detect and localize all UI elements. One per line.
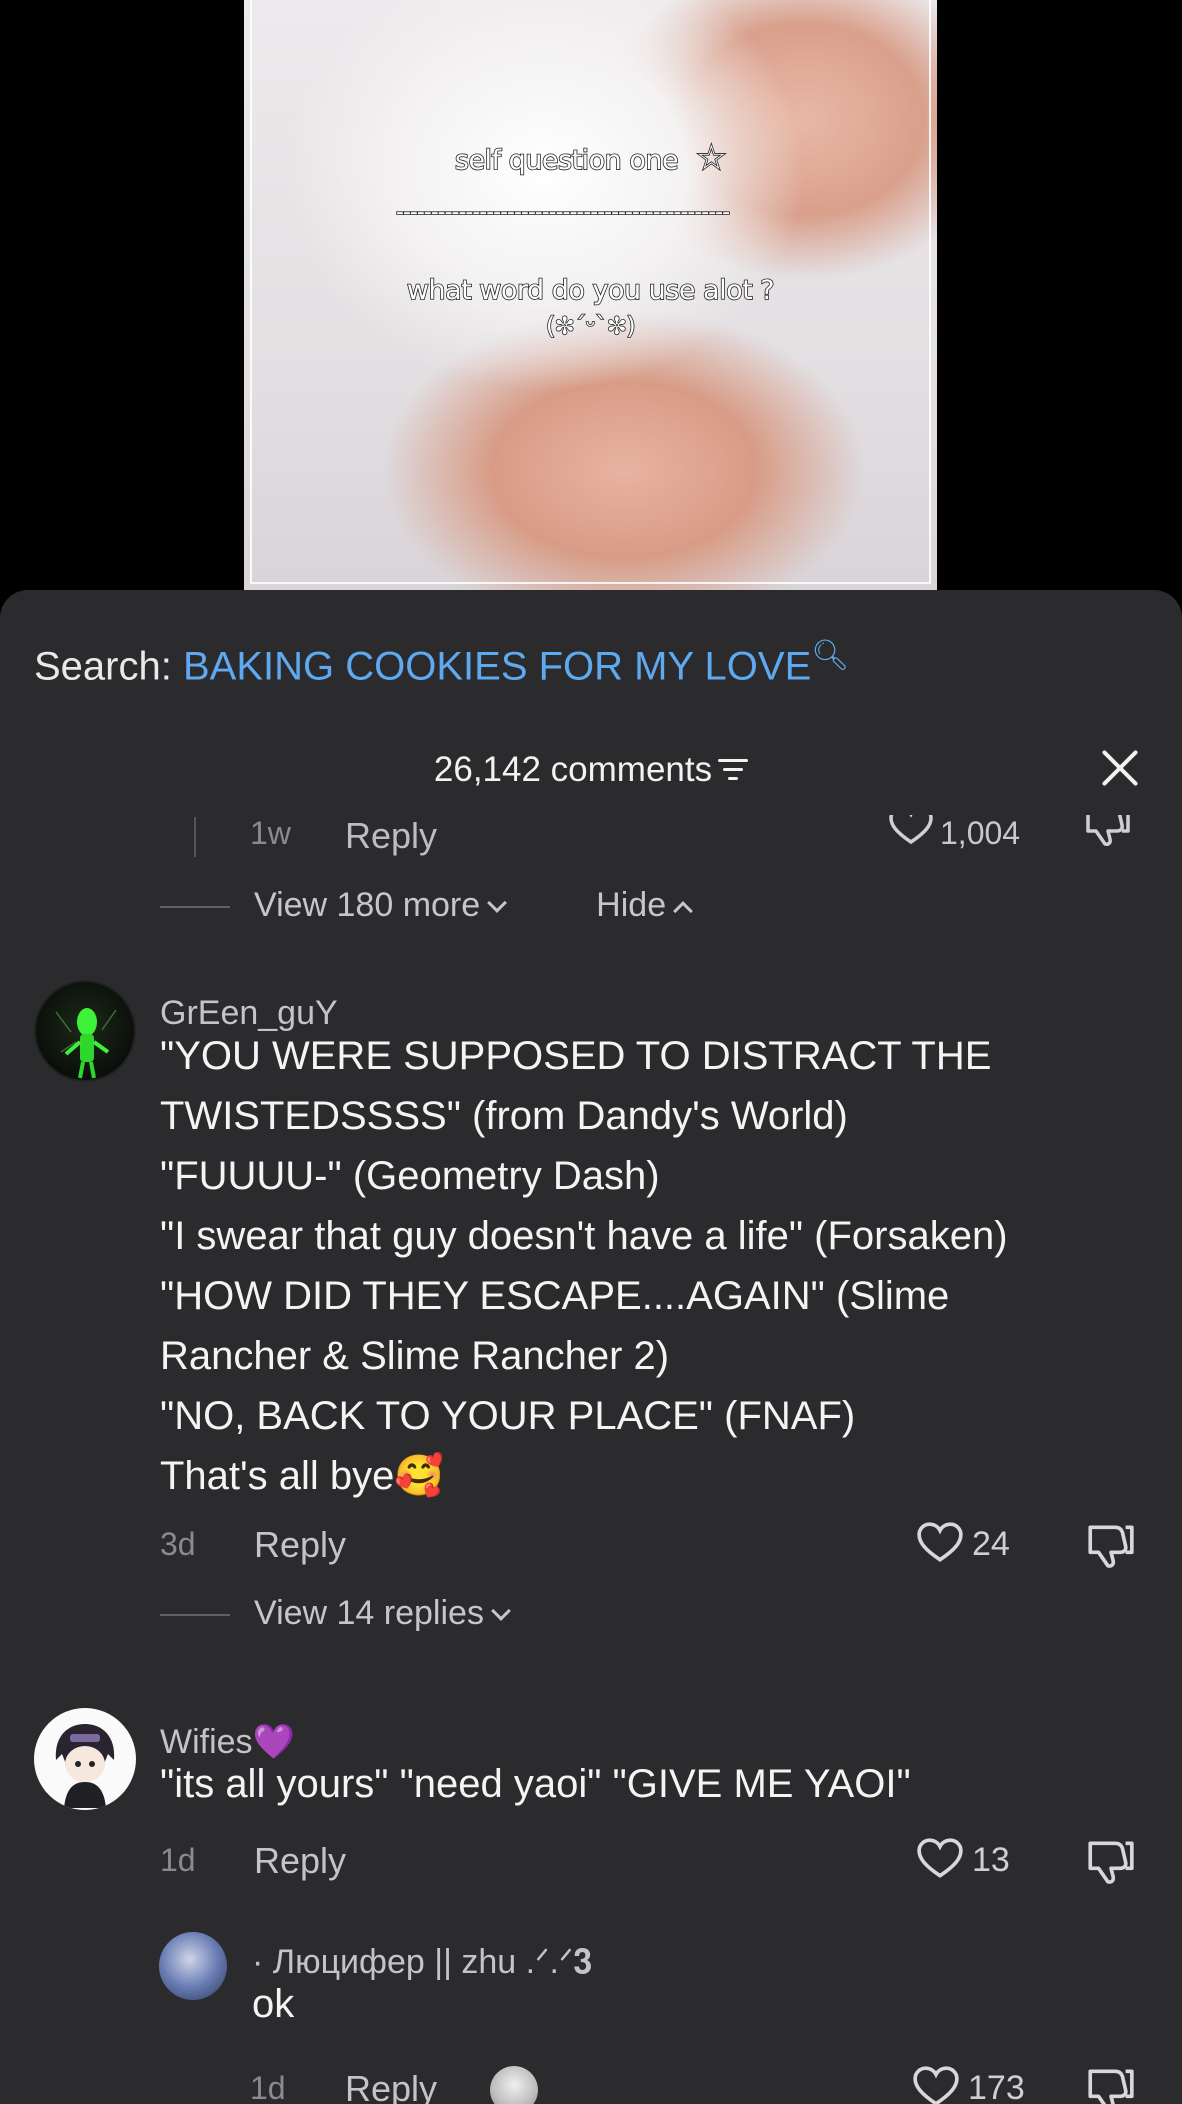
comments-header: 26,142 comments [0, 750, 1182, 790]
view-replies-row: View 14 replies [160, 1594, 511, 1633]
like-button[interactable]: 173 [912, 2066, 1025, 2104]
reply-timestamp: 1w [250, 815, 291, 851]
thumbs-down-icon [1088, 1841, 1134, 1884]
search-query-link[interactable]: BAKING COOKIES FOR MY LOVE [183, 644, 811, 688]
chevron-up-icon [673, 901, 694, 921]
dislike-button[interactable] [1084, 1836, 1136, 1891]
comment-actions: 1d Reply 13 [0, 1836, 1182, 1886]
reply-actions: 1d Reply 173 [0, 2064, 1182, 2104]
dislike-button[interactable] [1082, 815, 1132, 859]
dislike-button[interactable] [1084, 1520, 1136, 1575]
thumbs-down-icon [1088, 2069, 1134, 2104]
avatar[interactable] [34, 1708, 136, 1810]
reply-button[interactable]: Reply [254, 1840, 346, 1882]
video-overlay-title: self question one ☆ [454, 137, 727, 179]
thumbs-down-icon [1086, 815, 1130, 846]
video-overlay-divider: ----------------------------------------… [396, 200, 731, 225]
comments-count: 26,142 comments [433, 750, 713, 789]
avatar-figure [55, 1008, 117, 1079]
reply-button[interactable]: Reply [254, 1524, 346, 1566]
video-overlay-question: what word do you use alot ? [406, 274, 775, 307]
comments-sheet: Search: BAKING COOKIES FOR MY LOVE🔍︎ 26,… [0, 590, 1182, 2104]
avatar[interactable] [34, 980, 136, 1082]
avatar-figure [55, 1724, 115, 1808]
comment-text: "YOU WERE SUPPOSED TO DISTRACT THE TWIST… [160, 1034, 1008, 1498]
chevron-down-icon [491, 1601, 511, 1621]
heart-icon [889, 815, 933, 844]
dislike-button[interactable] [1084, 2064, 1136, 2104]
video-overlay-face: (✼ˊᵕˋ✼) [545, 311, 636, 341]
search-icon: 🔍︎ [811, 639, 850, 672]
view-more-link[interactable]: View 180 more [254, 886, 508, 924]
hide-replies-link[interactable]: Hide [596, 886, 694, 924]
heart-icon [917, 1838, 963, 1878]
creator-avatar-icon [490, 2066, 538, 2104]
filter-icon[interactable] [718, 758, 749, 781]
search-suggestion[interactable]: Search: BAKING COOKIES FOR MY LOVE🔍︎ [34, 638, 849, 689]
video-player[interactable]: self question one ☆ ---------------------… [0, 0, 1182, 590]
thread-divider [160, 1614, 230, 1617]
chevron-down-icon [487, 893, 508, 913]
close-icon[interactable] [1098, 746, 1142, 790]
avatar[interactable] [159, 1932, 227, 2000]
previous-reply-actions: 1w Reply 1,004 [0, 815, 1182, 859]
thread-controls: View 180 more Hide [160, 886, 694, 925]
reply-button[interactable]: Reply [345, 815, 437, 857]
comment-timestamp: 3d [160, 1526, 196, 1562]
like-button[interactable]: 1,004 [888, 815, 1020, 856]
thumbs-down-icon [1088, 1525, 1134, 1568]
view-replies-link[interactable]: View 14 replies [254, 1594, 511, 1632]
reply-button[interactable]: Reply [345, 2068, 437, 2104]
reply-text: ok [252, 1982, 295, 2026]
heart-icon [917, 1522, 963, 1562]
comment-text: "its all yours" "need yaoi" "GIVE ME YAO… [160, 1762, 911, 1806]
like-count: 24 [972, 1524, 1010, 1563]
like-count: 13 [972, 1840, 1010, 1879]
thread-divider [160, 906, 230, 909]
comment-actions: 3d Reply 24 [0, 1520, 1182, 1570]
video-thumbnail[interactable]: self question one ☆ ---------------------… [244, 0, 937, 590]
like-count: 173 [968, 2068, 1025, 2104]
comment-timestamp: 1d [160, 1842, 196, 1878]
heart-icon [913, 2066, 959, 2104]
star-icon: ☆ [695, 137, 727, 179]
search-label: Search: [34, 644, 183, 689]
thread-line [194, 817, 196, 857]
like-button[interactable]: 24 [916, 1522, 1010, 1568]
like-count: 1,004 [940, 815, 1021, 851]
reply-timestamp: 1d [250, 2070, 286, 2104]
like-button[interactable]: 13 [916, 1838, 1010, 1884]
